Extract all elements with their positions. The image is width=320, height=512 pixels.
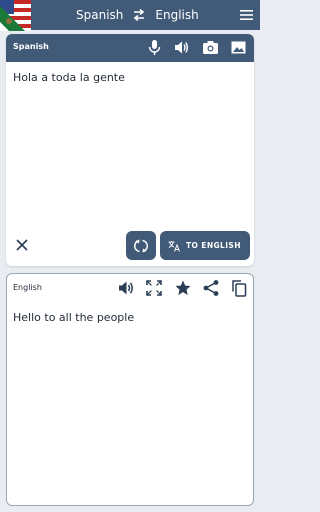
target-language-label: English [13, 283, 42, 292]
star-icon[interactable] [174, 279, 192, 297]
translate-icon [168, 240, 180, 252]
target-panel: English Hello to all the people [6, 273, 254, 506]
translated-text: Hello to all the people [13, 311, 135, 324]
microphone-icon[interactable] [146, 39, 163, 56]
swap-arrows-icon[interactable] [132, 8, 146, 22]
source-language-label: Spanish [13, 42, 49, 51]
hamburger-menu-icon[interactable] [240, 9, 253, 21]
top-app-bar: Spanish English [0, 0, 260, 31]
share-icon[interactable] [202, 279, 220, 297]
translate-button[interactable]: TO ENGLISH [160, 231, 250, 260]
source-panel: Spanish Hola a toda la gente TO ENGLISH [6, 34, 254, 266]
source-language-selector[interactable]: Spanish [76, 8, 123, 22]
cycle-button[interactable] [126, 231, 156, 260]
cycle-arrows-icon [133, 239, 149, 252]
flag-icon[interactable] [0, 0, 31, 31]
fullscreen-icon[interactable] [145, 279, 163, 297]
target-language-selector[interactable]: English [155, 8, 198, 22]
image-icon[interactable] [230, 39, 247, 56]
translate-button-label: TO ENGLISH [186, 241, 241, 250]
source-text[interactable]: Hola a toda la gente [13, 71, 125, 84]
source-panel-header: Spanish [6, 34, 254, 62]
close-icon[interactable] [15, 238, 29, 252]
language-switcher: Spanish English [76, 6, 199, 24]
copy-icon[interactable] [230, 279, 248, 297]
speaker-icon[interactable] [117, 279, 135, 297]
speaker-icon[interactable] [173, 39, 190, 56]
camera-icon[interactable] [202, 39, 219, 56]
